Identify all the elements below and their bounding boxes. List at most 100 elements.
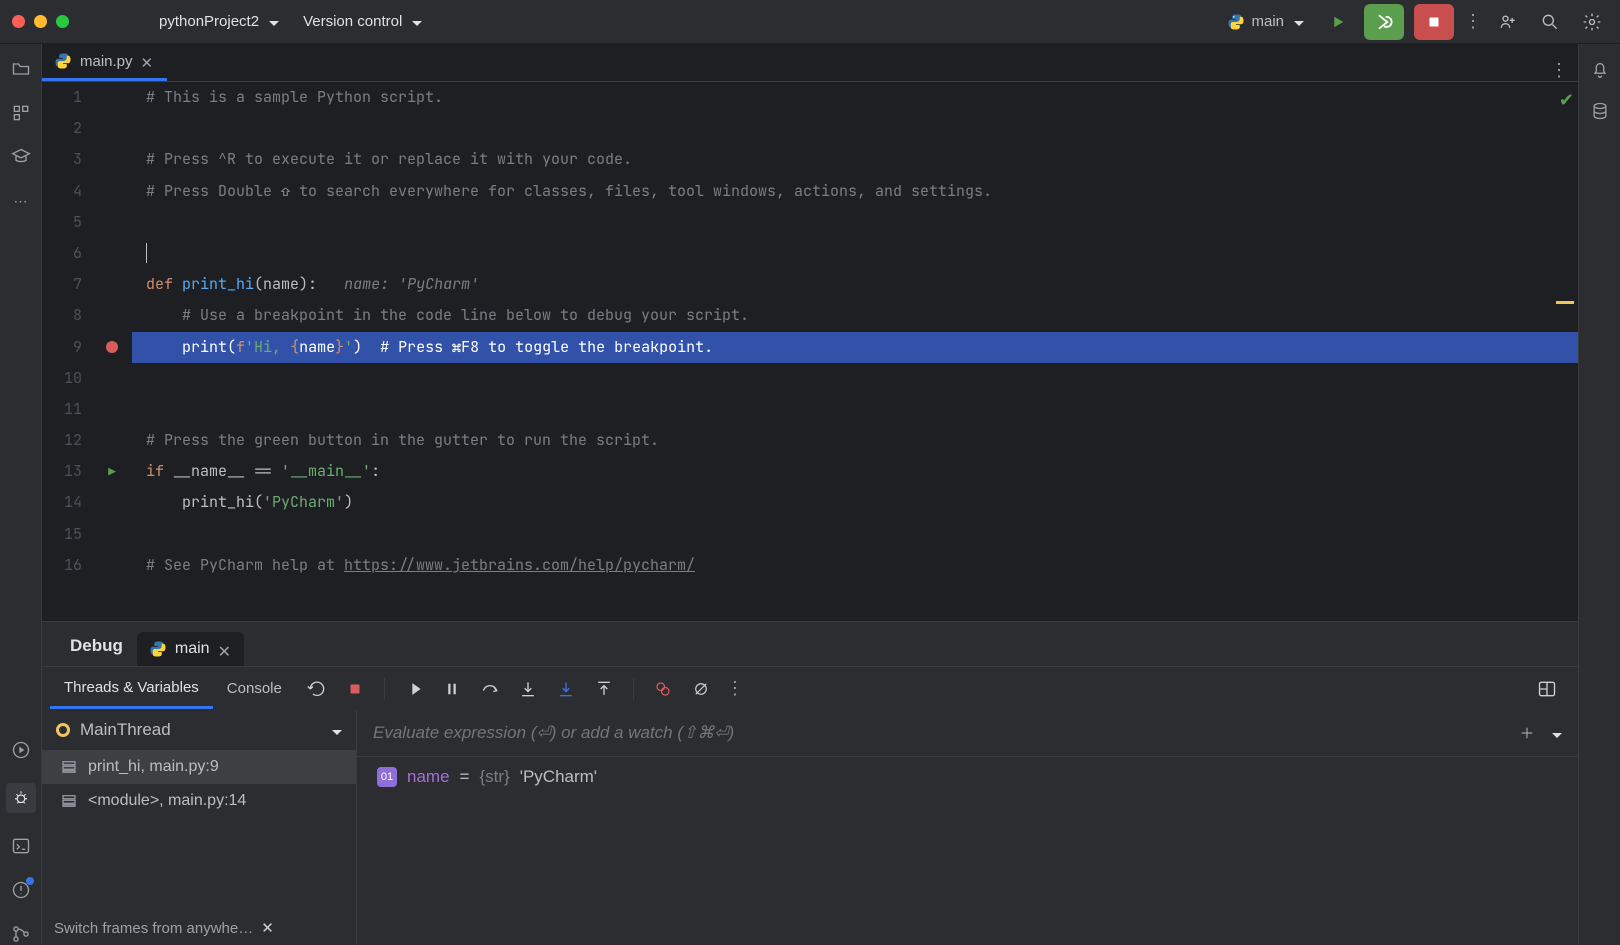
run-gutter-icon[interactable]: ▶: [108, 464, 116, 479]
code-line[interactable]: if __name__ == '__main__':: [132, 456, 1578, 487]
line-number: 1: [42, 82, 82, 113]
code-line[interactable]: # Press ^R to execute it or replace it w…: [132, 144, 1578, 175]
close-window-button[interactable]: [12, 15, 25, 28]
stop-button[interactable]: [1414, 4, 1454, 40]
search-everywhere-icon[interactable]: [1534, 6, 1566, 38]
close-tab-icon[interactable]: ✕: [141, 54, 155, 68]
run-config-name: main: [1251, 13, 1284, 30]
rerun-button[interactable]: [1364, 4, 1404, 40]
step-out-icon[interactable]: [591, 676, 617, 702]
code-line[interactable]: print_hi('PyCharm'): [132, 487, 1578, 518]
code-line[interactable]: # Press the green button in the gutter t…: [132, 425, 1578, 456]
maximize-window-button[interactable]: [56, 15, 69, 28]
warning-stripe[interactable]: [1556, 301, 1574, 304]
close-hint-icon[interactable]: ✕: [261, 919, 274, 937]
more-actions-button[interactable]: ⋮: [1464, 11, 1482, 32]
editor-inspection-marks: ✔: [1556, 90, 1574, 304]
chevron-down-icon[interactable]: [1548, 725, 1562, 741]
right-tool-rail: [1578, 44, 1620, 945]
code-line[interactable]: [132, 113, 1578, 144]
console-tab[interactable]: Console: [213, 670, 296, 707]
step-into-icon[interactable]: [515, 676, 541, 702]
evaluate-expression-input[interactable]: [373, 723, 1514, 743]
thread-selector[interactable]: MainThread: [42, 710, 356, 750]
line-number: 10: [42, 363, 82, 394]
settings-icon[interactable]: [1576, 6, 1608, 38]
variable-name: name: [407, 767, 450, 787]
debug-panel: Debug main ✕ Threads & Variables Console: [42, 621, 1578, 945]
frames-hint-label: Switch frames from anywhe…: [54, 920, 253, 937]
vcs-tool-icon[interactable]: [10, 923, 32, 945]
stack-frame-row[interactable]: <module>, main.py:14: [42, 784, 356, 818]
project-tool-icon[interactable]: [10, 58, 32, 80]
project-name-label: pythonProject2: [159, 13, 259, 30]
debug-run-tab[interactable]: main ✕: [137, 632, 244, 666]
stack-frame-label: print_hi, main.py:9: [88, 758, 219, 776]
chevron-down-icon: [265, 13, 279, 30]
stack-frame-icon: [60, 792, 78, 810]
run-button[interactable]: [1322, 6, 1354, 38]
project-selector[interactable]: pythonProject2: [159, 13, 279, 30]
code-line[interactable]: [132, 519, 1578, 550]
code-line[interactable]: [132, 238, 1578, 269]
rerun-debug-icon[interactable]: [304, 676, 330, 702]
code-line[interactable]: # Press Double ⇧ to search everywhere fo…: [132, 176, 1578, 207]
run-configuration-selector[interactable]: main: [1219, 9, 1312, 35]
line-number: 11: [42, 394, 82, 425]
code-line[interactable]: # See PyCharm help at https://www.jetbra…: [132, 550, 1578, 581]
step-into-my-code-icon[interactable]: [553, 676, 579, 702]
code-line[interactable]: def print_hi(name): name: 'PyCharm': [132, 269, 1578, 300]
variable-type: {str}: [479, 767, 509, 787]
notifications-icon[interactable]: [1589, 58, 1611, 80]
code-line[interactable]: # This is a sample Python script.: [132, 82, 1578, 113]
line-number: 2: [42, 113, 82, 144]
threads-variables-tab[interactable]: Threads & Variables: [50, 669, 213, 709]
structure-tool-icon[interactable]: [10, 102, 32, 124]
code-with-me-icon[interactable]: [1492, 6, 1524, 38]
editor-tab-bar: main.py ✕ ⋮: [42, 44, 1578, 82]
breakpoint-icon[interactable]: [106, 341, 118, 353]
more-tools-icon[interactable]: ⋯: [10, 190, 32, 212]
variables-panel: 01 name = {str} 'PyCharm': [357, 710, 1578, 945]
debug-more-icon[interactable]: ⋮: [726, 678, 744, 699]
chevron-down-icon: [408, 13, 422, 30]
variable-row[interactable]: 01 name = {str} 'PyCharm': [357, 757, 1578, 797]
line-number: 8: [42, 300, 82, 331]
stop-debug-icon[interactable]: [342, 676, 368, 702]
view-breakpoints-icon[interactable]: [650, 676, 676, 702]
problems-tool-icon[interactable]: [10, 879, 32, 901]
editor-gutter: 12345678910111213141516 ▶: [42, 82, 132, 621]
inspection-ok-icon[interactable]: ✔: [1559, 90, 1574, 111]
terminal-tool-icon[interactable]: [10, 835, 32, 857]
code-editor[interactable]: 12345678910111213141516 ▶ # This is a sa…: [42, 82, 1578, 621]
python-file-icon: [54, 52, 72, 70]
close-debug-tab-icon[interactable]: ✕: [218, 642, 232, 656]
mute-breakpoints-icon[interactable]: [688, 676, 714, 702]
variable-value: 'PyCharm': [520, 767, 597, 787]
learn-tool-icon[interactable]: [10, 146, 32, 168]
stack-frame-row[interactable]: print_hi, main.py:9: [42, 750, 356, 784]
add-watch-icon[interactable]: [1514, 720, 1540, 746]
resume-program-icon[interactable]: [401, 676, 427, 702]
code-line[interactable]: print(f'Hi, {name}') # Press ⌘F8 to togg…: [132, 332, 1578, 363]
editor-tab-main[interactable]: main.py ✕: [42, 44, 167, 81]
debug-panel-title: Debug: [56, 626, 137, 666]
equals-sign: =: [460, 767, 470, 787]
database-icon[interactable]: [1589, 100, 1611, 122]
debug-tool-icon[interactable]: [6, 783, 36, 813]
code-line[interactable]: [132, 207, 1578, 238]
layout-settings-icon[interactable]: [1534, 676, 1560, 702]
variable-type-icon: 01: [377, 767, 397, 787]
run-tool-icon[interactable]: [10, 739, 32, 761]
code-line[interactable]: [132, 363, 1578, 394]
step-over-icon[interactable]: [477, 676, 503, 702]
vcs-selector[interactable]: Version control: [303, 13, 422, 30]
code-line[interactable]: [132, 394, 1578, 425]
python-icon: [1227, 13, 1245, 31]
pause-program-icon[interactable]: [439, 676, 465, 702]
code-line[interactable]: # Use a breakpoint in the code line belo…: [132, 300, 1578, 331]
editor-tabs-more-icon[interactable]: ⋮: [1550, 60, 1568, 81]
line-number: 3: [42, 144, 82, 175]
minimize-window-button[interactable]: [34, 15, 47, 28]
chevron-down-icon: [328, 720, 342, 740]
